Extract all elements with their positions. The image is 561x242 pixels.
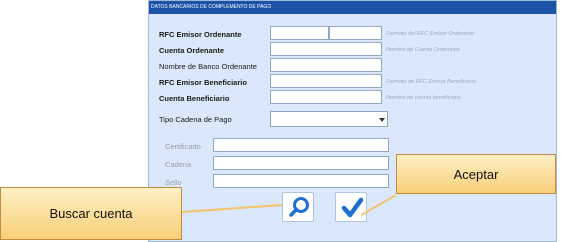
cuenta-ordenante-label: Cuenta Ordenante [159,46,225,55]
dialog-window: DATOS BANCARIOS DE COMPLEMENTO DE PAGO R… [148,0,557,242]
cuenta-ordenante-hint: Nombre de Cuenta Ordenante [386,47,460,53]
nombre-banco-input[interactable] [270,58,382,72]
search-button[interactable] [282,192,314,222]
checkmark-icon [341,197,364,218]
chevron-down-icon [379,118,385,122]
callout-buscar-text: Buscar cuenta [49,206,133,221]
callout-aceptar: Aceptar [396,154,556,194]
rfc-emisor-ordenante-input-2[interactable] [329,26,382,40]
rfc-emisor-beneficiario-label: RFC Emisor Beneficiario [159,78,247,87]
certificado-label: Certificado [165,142,201,151]
cuenta-beneficiario-hint: Nombre de cuenta beneficiario [386,95,461,101]
cadena-input[interactable] [213,156,389,170]
window-title: DATOS BANCARIOS DE COMPLEMENTO DE PAGO [149,1,556,14]
rfc-emisor-ordenante-hint: Formato del RFC Emisor Ordenante [386,31,475,37]
rfc-emisor-beneficiario-input[interactable] [270,74,382,88]
tipo-cadena-select[interactable] [270,111,388,127]
nombre-banco-label: Nombre de Banco Ordenante [159,62,257,71]
rfc-emisor-ordenante-label: RFC Emisor Ordenante [159,30,242,39]
callout-aceptar-text: Aceptar [453,166,499,182]
sello-label: Sello [165,178,182,187]
callout-buscar-cuenta: Buscar cuenta [0,187,182,240]
cuenta-beneficiario-input[interactable] [270,90,382,104]
search-icon [289,197,309,217]
cuenta-beneficiario-label: Cuenta Beneficiario [159,94,230,103]
rfc-emisor-ordenante-input[interactable] [270,26,329,40]
certificado-input[interactable] [213,138,389,152]
cadena-label: Cadena [165,160,192,169]
tipo-cadena-label: Tipo Cadena de Pago [159,115,232,124]
sello-input[interactable] [213,174,389,188]
rfc-emisor-beneficiario-hint: Formato de RFC Emisor Beneficiario [386,79,476,85]
accept-button[interactable] [335,192,367,222]
cuenta-ordenante-input[interactable] [270,42,382,56]
